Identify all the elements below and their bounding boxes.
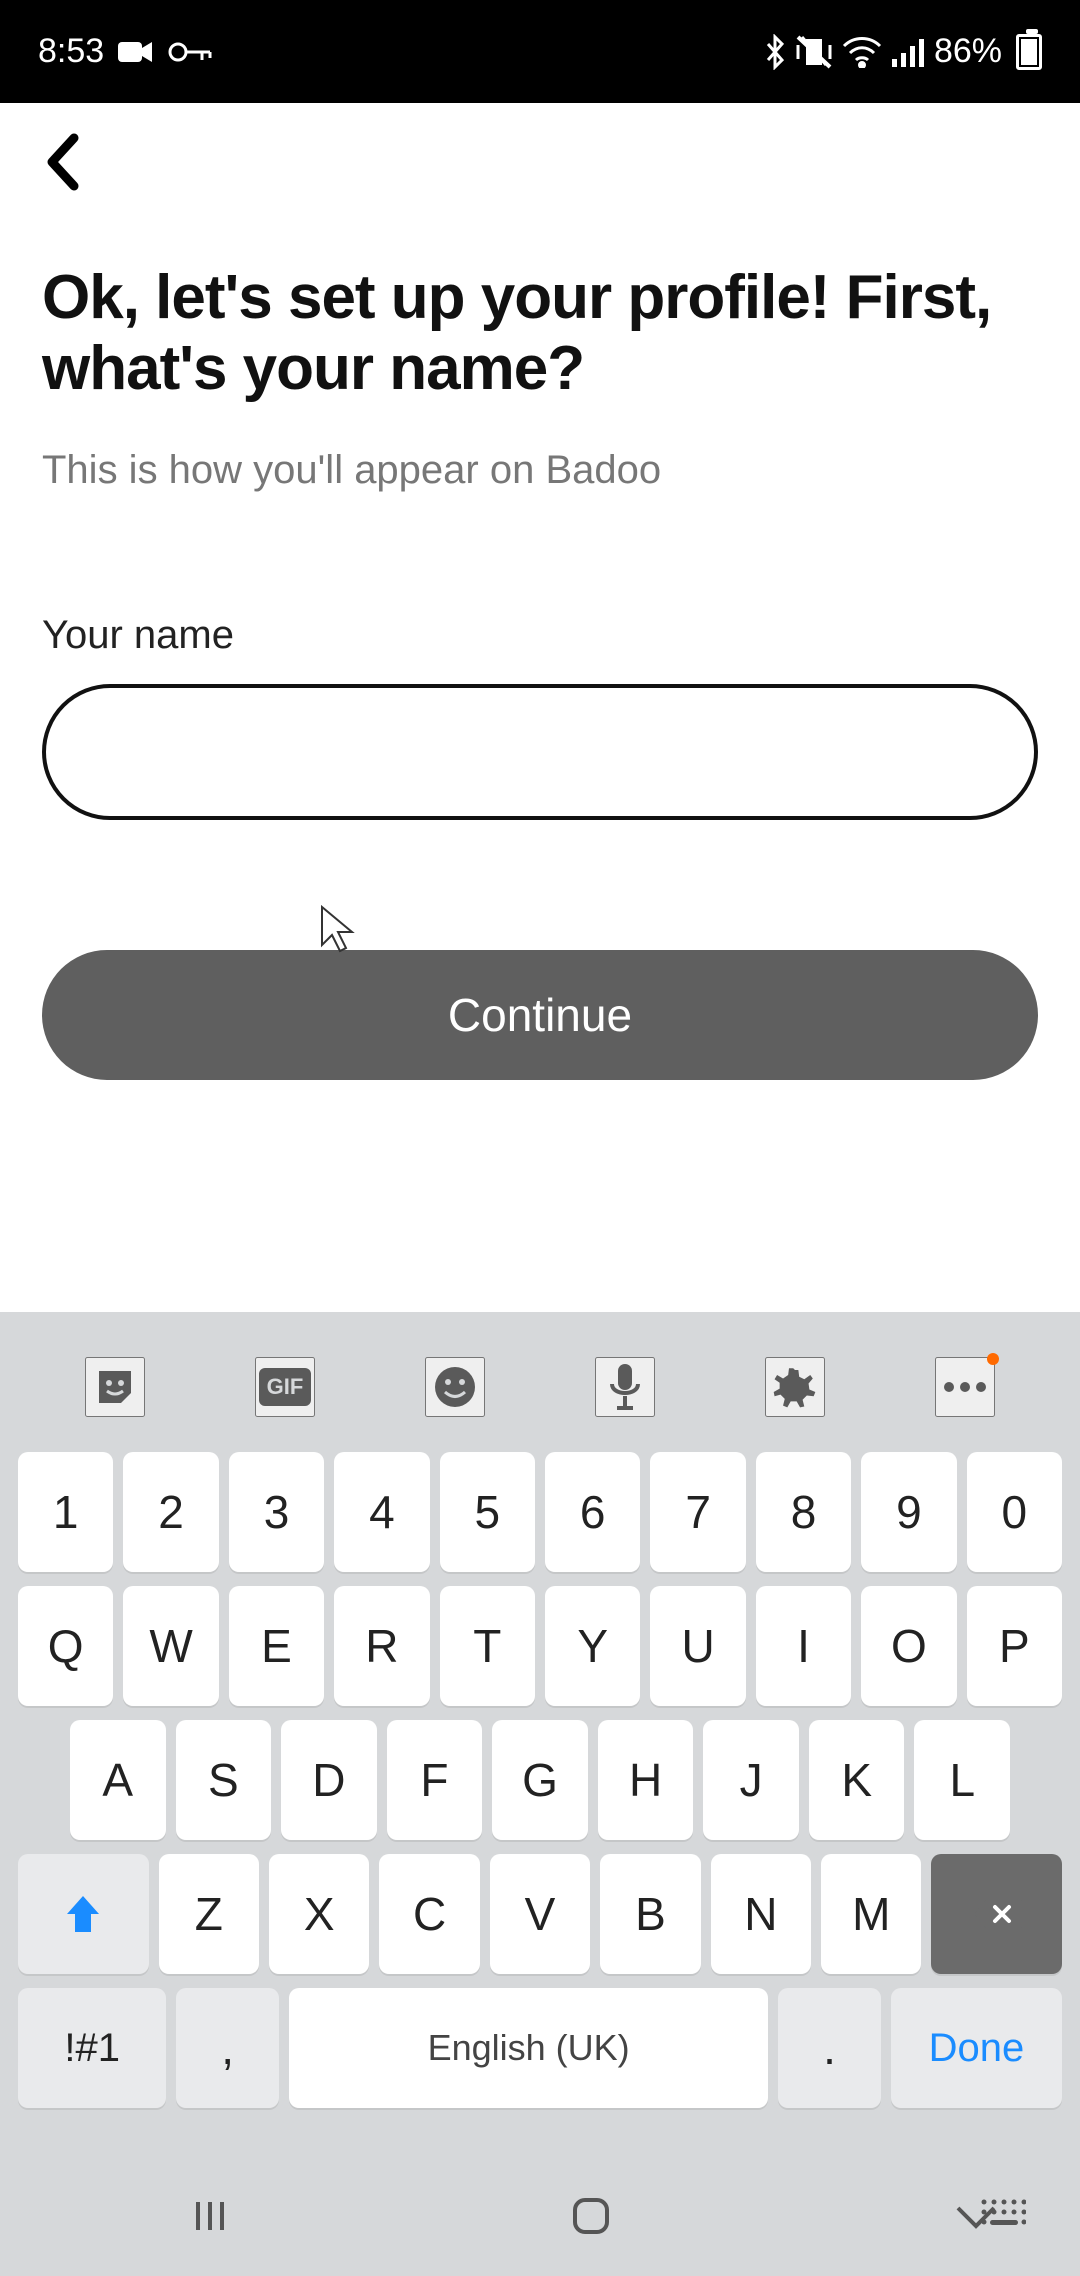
- backspace-key[interactable]: [931, 1854, 1062, 1974]
- key-e[interactable]: E: [229, 1586, 324, 1706]
- recents-button[interactable]: [190, 2196, 230, 2236]
- key-0[interactable]: 0: [967, 1452, 1062, 1572]
- keyboard-row-home: ASDFGHJKL: [18, 1720, 1062, 1840]
- key-m[interactable]: M: [821, 1854, 921, 1974]
- space-key[interactable]: English (UK): [289, 1988, 768, 2108]
- emoji-icon[interactable]: [425, 1357, 485, 1417]
- key-p[interactable]: P: [967, 1586, 1062, 1706]
- key-4[interactable]: 4: [334, 1452, 429, 1572]
- backspace-icon: [971, 1895, 1023, 1933]
- key-a[interactable]: A: [70, 1720, 166, 1840]
- keyboard-row-space: !#1 , English (UK) . Done: [18, 1988, 1062, 2108]
- keyboard-collapse-icon[interactable]: [978, 2198, 1026, 2234]
- home-button[interactable]: [569, 2194, 613, 2238]
- system-nav-bar: [0, 2156, 1080, 2276]
- gif-icon[interactable]: GIF: [255, 1357, 315, 1417]
- key-d[interactable]: D: [281, 1720, 377, 1840]
- key-o[interactable]: O: [861, 1586, 956, 1706]
- key-s[interactable]: S: [176, 1720, 272, 1840]
- page-title: Ok, let's set up your profile! First, wh…: [42, 263, 1038, 404]
- microphone-icon[interactable]: [595, 1357, 655, 1417]
- mouse-cursor-icon: [318, 905, 358, 960]
- on-screen-keyboard: GIF 1234567890 QWERTYUIOP ASDFGHJKL: [0, 1312, 1080, 2276]
- page-subtext: This is how you'll appear on Badoo: [42, 448, 1038, 493]
- shift-arrow-icon: [63, 1892, 103, 1936]
- more-icon[interactable]: [935, 1357, 995, 1417]
- battery-icon: [1016, 34, 1042, 70]
- vibrate-icon: [796, 35, 832, 69]
- name-input[interactable]: [42, 684, 1038, 820]
- key-z[interactable]: Z: [159, 1854, 259, 1974]
- key-u[interactable]: U: [650, 1586, 745, 1706]
- key-k[interactable]: K: [809, 1720, 905, 1840]
- key-b[interactable]: B: [600, 1854, 700, 1974]
- key-8[interactable]: 8: [756, 1452, 851, 1572]
- done-key[interactable]: Done: [891, 1988, 1062, 2108]
- keyboard-toolbar: GIF: [0, 1332, 1080, 1442]
- key-6[interactable]: 6: [545, 1452, 640, 1572]
- key-l[interactable]: L: [914, 1720, 1010, 1840]
- key-h[interactable]: H: [598, 1720, 694, 1840]
- key-t[interactable]: T: [440, 1586, 535, 1706]
- battery-percent: 86%: [934, 32, 1002, 71]
- key-v[interactable]: V: [490, 1854, 590, 1974]
- key-j[interactable]: J: [703, 1720, 799, 1840]
- key-q[interactable]: Q: [18, 1586, 113, 1706]
- key-2[interactable]: 2: [123, 1452, 218, 1572]
- signal-icon: [892, 37, 924, 67]
- key-n[interactable]: N: [711, 1854, 811, 1974]
- wifi-icon: [842, 36, 882, 68]
- top-nav: [0, 103, 1080, 223]
- key-9[interactable]: 9: [861, 1452, 956, 1572]
- keyboard-row-top: QWERTYUIOP: [18, 1586, 1062, 1706]
- key-1[interactable]: 1: [18, 1452, 113, 1572]
- bluetooth-icon: [764, 34, 786, 70]
- symbols-key[interactable]: !#1: [18, 1988, 166, 2108]
- input-label: Your name: [42, 613, 1038, 658]
- keyboard-row-numbers: 1234567890: [18, 1452, 1062, 1572]
- back-button[interactable]: [30, 122, 94, 205]
- key-icon: [168, 40, 212, 64]
- key-3[interactable]: 3: [229, 1452, 324, 1572]
- comma-key[interactable]: ,: [176, 1988, 279, 2108]
- key-7[interactable]: 7: [650, 1452, 745, 1572]
- shift-key[interactable]: [18, 1854, 149, 1974]
- camera-icon: [118, 38, 154, 66]
- key-c[interactable]: C: [379, 1854, 479, 1974]
- continue-button[interactable]: Continue: [42, 950, 1038, 1080]
- key-g[interactable]: G: [492, 1720, 588, 1840]
- content-area: Ok, let's set up your profile! First, wh…: [0, 223, 1080, 1080]
- status-time: 8:53: [38, 32, 104, 71]
- key-x[interactable]: X: [269, 1854, 369, 1974]
- status-bar: 8:53 86%: [0, 0, 1080, 103]
- chevron-left-icon: [40, 132, 84, 192]
- settings-icon[interactable]: [765, 1357, 825, 1417]
- keyboard-row-bottom: ZXCVBNM: [18, 1854, 1062, 1974]
- key-r[interactable]: R: [334, 1586, 429, 1706]
- key-y[interactable]: Y: [545, 1586, 640, 1706]
- key-f[interactable]: F: [387, 1720, 483, 1840]
- key-w[interactable]: W: [123, 1586, 218, 1706]
- key-5[interactable]: 5: [440, 1452, 535, 1572]
- key-i[interactable]: I: [756, 1586, 851, 1706]
- sticker-icon[interactable]: [85, 1357, 145, 1417]
- period-key[interactable]: .: [778, 1988, 881, 2108]
